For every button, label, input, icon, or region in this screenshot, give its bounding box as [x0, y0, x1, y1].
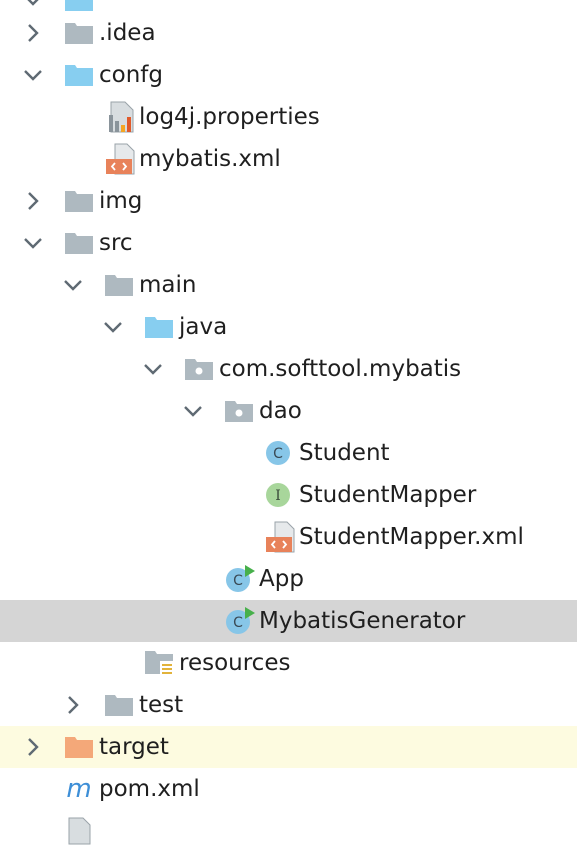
tree-item-label: img	[99, 188, 143, 214]
chevron-right-icon[interactable]	[22, 12, 44, 54]
excluded-folder-icon	[64, 726, 94, 768]
tree-row-log4j-properties[interactable]: log4j.properties	[0, 96, 577, 138]
tree-item-label: .idea	[99, 20, 156, 46]
resources-folder-icon	[144, 642, 176, 684]
svg-text:I: I	[275, 488, 281, 504]
package-icon	[184, 348, 214, 390]
tree-item-label: com.softtool.mybatis	[219, 356, 462, 382]
svg-text:m: m	[66, 775, 91, 803]
chevron-down-icon[interactable]	[62, 264, 84, 306]
tree-row-mybatis-xml[interactable]: mybatis.xml	[0, 138, 577, 180]
project-tree: .idea confg log4j.properties mybatis.xml…	[0, 0, 577, 845]
folder-icon	[64, 180, 94, 222]
tree-item-label: java	[179, 314, 228, 340]
runnable-class-icon: C	[225, 600, 257, 642]
source-folder-icon	[64, 54, 94, 96]
tree-row-resources[interactable]: resources	[0, 642, 577, 684]
tree-row-idea[interactable]: .idea	[0, 12, 577, 54]
tree-item-label: pom.xml	[99, 776, 200, 802]
tree-item-label: StudentMapper.xml	[299, 524, 524, 550]
tree-row-img[interactable]: img	[0, 180, 577, 222]
chevron-right-icon[interactable]	[22, 726, 44, 768]
interface-icon: I	[265, 474, 293, 516]
svg-text:C: C	[233, 615, 243, 631]
xml-file-icon	[105, 138, 137, 180]
tree-item-label: Student	[299, 440, 390, 466]
tree-row-studentmapper-xml[interactable]: StudentMapper.xml	[0, 516, 577, 558]
tree-item-label: target	[99, 734, 169, 760]
tree-item-label: App	[259, 566, 304, 592]
tree-row-interface-studentmapper[interactable]: I StudentMapper	[0, 474, 577, 516]
tree-item-label: confg	[99, 62, 163, 88]
tree-item-label: test	[139, 692, 184, 718]
chevron-down-icon[interactable]	[22, 222, 44, 264]
tree-row-main[interactable]: main	[0, 264, 577, 306]
tree-row-pom-xml[interactable]: m pom.xml	[0, 768, 577, 810]
tree-row-confg[interactable]: confg	[0, 54, 577, 96]
tree-item-label: main	[139, 272, 197, 298]
class-icon: C	[265, 432, 293, 474]
chevron-right-icon[interactable]	[62, 684, 84, 726]
package-icon	[224, 390, 254, 432]
runnable-class-icon: C	[225, 558, 257, 600]
chevron-down-icon[interactable]	[142, 348, 164, 390]
folder-icon	[64, 12, 94, 54]
tree-row-partial[interactable]	[0, 810, 577, 852]
chevron-down-icon[interactable]	[22, 54, 44, 96]
properties-file-icon	[107, 96, 137, 138]
folder-icon	[64, 222, 94, 264]
tree-item-label: log4j.properties	[139, 104, 320, 130]
tree-row-class-student[interactable]: C Student	[0, 432, 577, 474]
tree-row-package-com-softtool-mybatis[interactable]: com.softtool.mybatis	[0, 348, 577, 390]
tree-item-label: src	[99, 230, 133, 256]
file-icon	[64, 810, 94, 852]
tree-row-class-mybatisgenerator[interactable]: C MybatisGenerator	[0, 600, 577, 642]
chevron-down-icon[interactable]	[102, 306, 124, 348]
tree-row-test[interactable]: test	[0, 684, 577, 726]
tree-row-target[interactable]: target	[0, 726, 577, 768]
tree-row-class-app[interactable]: C App	[0, 558, 577, 600]
chevron-right-icon[interactable]	[22, 180, 44, 222]
xml-file-icon	[265, 516, 297, 558]
chevron-down-icon[interactable]	[182, 390, 204, 432]
svg-text:C: C	[233, 573, 243, 589]
folder-icon	[104, 264, 134, 306]
tree-item-label: dao	[259, 398, 302, 424]
tree-row-src[interactable]: src	[0, 222, 577, 264]
svg-text:C: C	[273, 446, 283, 462]
tree-item-label: StudentMapper	[299, 482, 477, 508]
tree-item-label: mybatis.xml	[139, 146, 281, 172]
tree-row-java[interactable]: java	[0, 306, 577, 348]
folder-icon	[104, 684, 134, 726]
tree-item-label: resources	[179, 650, 291, 676]
tree-row-package-dao[interactable]: dao	[0, 390, 577, 432]
tree-item-label: MybatisGenerator	[259, 608, 466, 634]
source-folder-icon	[144, 306, 174, 348]
maven-icon: m	[64, 768, 94, 810]
